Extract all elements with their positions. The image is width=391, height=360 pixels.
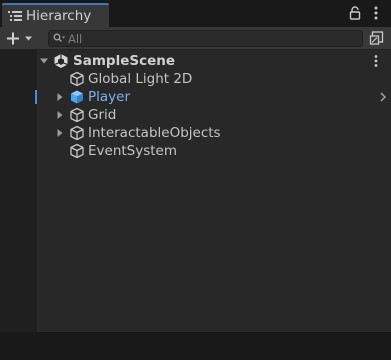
tree-item[interactable]: Global Light 2D — [0, 70, 391, 88]
prefab-cube-icon — [71, 90, 83, 104]
tree-item[interactable]: InteractableObjects — [0, 124, 391, 142]
search-input[interactable] — [68, 31, 348, 46]
hierarchy-window: Hierarchy All SampleScene Global Light 2… — [0, 0, 391, 360]
chevron-right-icon[interactable] — [379, 92, 387, 102]
foldout-collapsed-icon[interactable] — [56, 111, 64, 119]
unity-scene-icon — [54, 54, 68, 68]
tab-bar: Hierarchy — [0, 0, 391, 27]
hierarchy-toolbar — [0, 27, 391, 50]
tab-title: Hierarchy — [26, 8, 92, 24]
search-field[interactable] — [48, 30, 363, 47]
tree-item-label: EventSystem — [88, 143, 178, 159]
add-dropdown-button[interactable] — [5, 30, 37, 47]
scene-more-vert-icon[interactable] — [373, 54, 379, 68]
foldout-expanded-icon[interactable] — [40, 57, 48, 65]
scene-label: SampleScene — [73, 53, 175, 69]
tree-item[interactable]: Grid — [0, 106, 391, 124]
tab-hierarchy[interactable]: Hierarchy — [2, 3, 109, 27]
chevron-down-icon — [25, 36, 32, 41]
tree-item-label: Global Light 2D — [88, 71, 193, 87]
gameobject-cube-icon — [70, 125, 84, 141]
gameobject-cube-icon — [70, 71, 84, 87]
selection-marker — [35, 90, 37, 104]
footer-bar — [0, 332, 391, 360]
more-vert-icon[interactable] — [372, 5, 380, 21]
search-icon — [53, 33, 65, 42]
foldout-collapsed-icon[interactable] — [56, 129, 64, 137]
tree-item[interactable]: EventSystem — [0, 142, 391, 160]
hierarchy-tree: SampleScene Global Light 2D Player Grid … — [0, 50, 391, 332]
tree-item-label: Grid — [88, 107, 117, 123]
foldout-collapsed-icon[interactable] — [56, 93, 64, 101]
tree-item-label: Player — [88, 89, 131, 105]
lock-icon[interactable] — [348, 6, 362, 20]
hierarchy-list-icon — [8, 11, 22, 21]
tree-item-selected[interactable]: Player — [0, 88, 391, 106]
scene-visibility-icon[interactable] — [369, 30, 385, 46]
scene-row[interactable]: SampleScene — [0, 52, 391, 70]
gameobject-cube-icon — [70, 143, 84, 159]
gameobject-cube-icon — [70, 107, 84, 123]
tree-item-label: InteractableObjects — [88, 125, 221, 141]
